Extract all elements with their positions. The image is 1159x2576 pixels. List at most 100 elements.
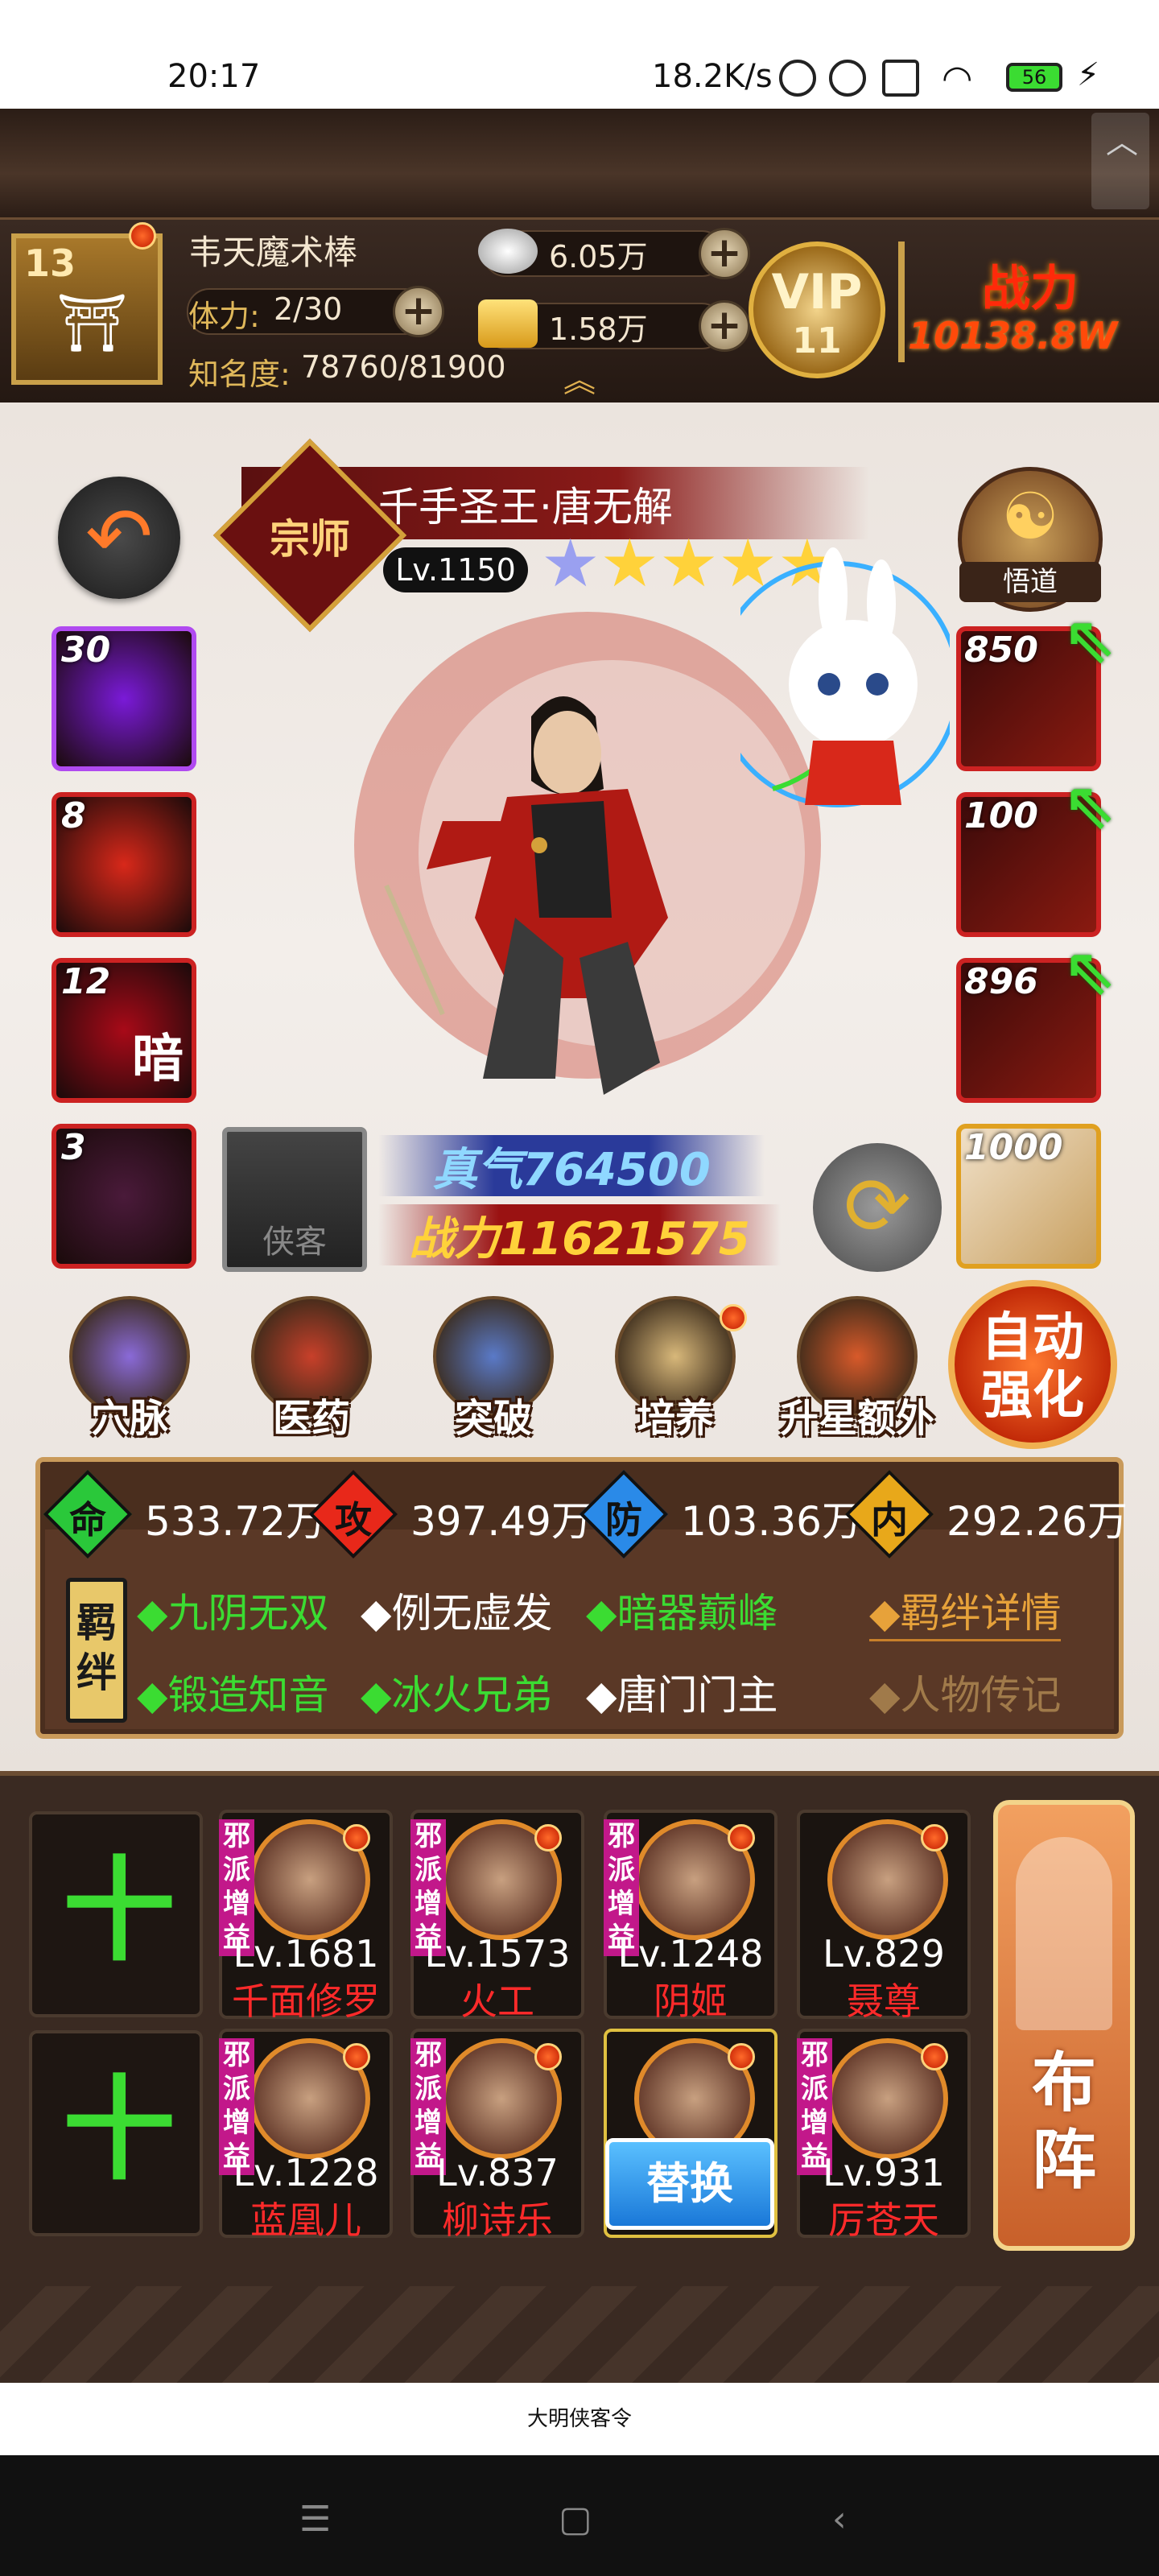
notification-dot xyxy=(728,1824,755,1852)
action-label: 穴脉 xyxy=(90,1396,168,1441)
vip-level: 11 xyxy=(792,320,842,361)
add-stamina-button[interactable]: + xyxy=(393,286,444,337)
equipment-slot[interactable]: 1000 xyxy=(956,1124,1101,1269)
gold-ingot-icon xyxy=(478,299,538,348)
chevron-up-icon: ︿ xyxy=(1106,124,1138,161)
bond-tag-text: 羁绊 xyxy=(76,1600,117,1696)
member-level: Lv.1681 xyxy=(233,1932,379,1975)
skill-level: 8 xyxy=(61,795,86,836)
pagoda-icon: ⛩ xyxy=(56,290,128,356)
sim-icon xyxy=(882,60,919,97)
status-bar: 20:17 18.2K/s ◠ 56 ⚡ xyxy=(0,0,1159,109)
member-level: Lv.837 xyxy=(436,2151,559,2194)
plus-icon: 十 xyxy=(62,2065,175,2196)
member-name: 火工 xyxy=(460,1979,534,2023)
refresh-button[interactable]: ⟳ xyxy=(813,1143,942,1272)
team-member-card[interactable]: Lv.829 聂尊 xyxy=(797,1810,971,2023)
action-3-button[interactable]: 突破 xyxy=(425,1296,562,1441)
divider xyxy=(898,242,905,362)
plus-icon: 十 xyxy=(62,1846,175,1977)
stat-type-label: 内 xyxy=(871,1498,908,1542)
add-member-slot-2[interactable]: 十 xyxy=(29,2030,203,2236)
xiake-label: 侠客 xyxy=(262,1224,327,1261)
stat-type-label: 命 xyxy=(69,1498,106,1542)
team-member-card[interactable]: 邪派增益 Lv.1573 火工 xyxy=(410,1810,584,2023)
formation-text: 布阵 xyxy=(1032,2046,1096,2198)
skill-slot[interactable]: 12 暗 xyxy=(52,958,196,1103)
back-button[interactable]: ↶ xyxy=(58,477,180,599)
bond-item[interactable]: ◆九阴无双 xyxy=(137,1581,328,1639)
team-member-card[interactable]: 邪派增益 Lv.1228 蓝凰儿 xyxy=(219,2029,393,2242)
stat-type-label: 攻 xyxy=(335,1498,372,1542)
upgrade-arrow-icon[interactable]: ⇖ xyxy=(1062,768,1116,843)
wifi-icon: ◠ xyxy=(942,58,973,99)
vip-badge[interactable]: VIP 11 xyxy=(749,242,885,378)
action-4-button[interactable]: 培养 xyxy=(607,1296,747,1441)
action-label: 突破 xyxy=(454,1396,532,1441)
skill-slot[interactable]: 8 xyxy=(52,792,196,937)
qi-value: 764500 xyxy=(522,1144,711,1196)
bond-item[interactable]: ◆锻造知音 xyxy=(137,1663,328,1721)
skill-slot[interactable]: 3 xyxy=(52,1124,196,1269)
fame-value: 78760/81900 xyxy=(301,349,506,385)
member-name: 阴姬 xyxy=(654,1979,728,2023)
member-level: Lv.1573 xyxy=(424,1932,571,1975)
auto-strengthen-button[interactable]: 自动强化 xyxy=(948,1280,1117,1449)
add-member-slot-1[interactable]: 十 xyxy=(29,1811,203,2017)
team-member-card[interactable]: 邪派增益 Lv.1248 阴姬 xyxy=(604,1810,777,2023)
bond-item[interactable]: ◆冰火兄弟 xyxy=(361,1663,552,1721)
power-label: 战力 xyxy=(982,261,1079,317)
team-member-card[interactable]: 邪派增益 Lv.1681 千面修罗 xyxy=(219,1810,393,2023)
team-member-card[interactable]: 邪派增益 Lv.837 柳诗乐 xyxy=(410,2029,584,2242)
equipment-level: 1000 xyxy=(964,1127,1063,1168)
notification-dot xyxy=(343,2043,370,2070)
bond-detail-link[interactable]: ◆羁绊详情 xyxy=(869,1581,1062,1641)
skill-slot[interactable]: 30 xyxy=(52,626,196,771)
vip-label: VIP xyxy=(771,264,863,320)
biography-link[interactable]: ◆人物传记 xyxy=(869,1663,1061,1721)
swap-button[interactable]: 替换 xyxy=(605,2138,774,2230)
status-speed: 18.2K/s xyxy=(652,58,773,95)
status-time: 20:17 xyxy=(167,58,261,95)
home-icon[interactable]: ▢ xyxy=(559,2499,592,2540)
action-2-button[interactable]: 医药 xyxy=(243,1296,380,1441)
stamina-label: 体力: xyxy=(188,299,260,334)
hero-title: 千手圣王·唐无解 xyxy=(378,484,673,530)
fame-label: 知名度: xyxy=(188,357,291,392)
notification-dot xyxy=(129,222,156,250)
notification-dot xyxy=(720,1304,747,1331)
notification-dot xyxy=(534,1824,562,1852)
bond-item[interactable]: ◆暗器巅峰 xyxy=(586,1581,777,1639)
stat-value: 103.36万 xyxy=(681,1498,862,1545)
upgrade-arrow-icon[interactable]: ⇖ xyxy=(1062,602,1116,677)
scroll-toggle[interactable]: ︿ xyxy=(1091,113,1149,209)
bond-item[interactable]: ◆唐门门主 xyxy=(586,1663,777,1721)
member-level: Lv.829 xyxy=(823,1932,945,1975)
add-gold-button[interactable]: + xyxy=(699,300,750,352)
formation-label: 布阵 xyxy=(993,2045,1135,2199)
meditation-icon: ☯ xyxy=(1001,479,1059,554)
upgrade-arrow-icon[interactable]: ⇖ xyxy=(1062,934,1116,1009)
stat-value: 533.72万 xyxy=(145,1498,326,1545)
add-silver-button[interactable]: + xyxy=(699,228,750,279)
bond-tag: 羁绊 xyxy=(66,1578,127,1723)
expand-chevron-icon[interactable]: ︽ xyxy=(563,354,596,401)
alarm-icon xyxy=(829,60,866,97)
action-label: 升星额外 xyxy=(779,1396,934,1441)
battery-icon: 56 xyxy=(1006,63,1062,92)
menu-icon[interactable]: ☰ xyxy=(299,2499,331,2540)
notification-dot xyxy=(728,2043,755,2070)
action-1-button[interactable]: 穴脉 xyxy=(61,1296,198,1441)
top-decor-bar xyxy=(0,109,1159,217)
team-member-card[interactable]: 邪派增益 Lv.931 厉苍天 xyxy=(797,2029,971,2242)
action-5-button[interactable]: 升星额外 xyxy=(780,1296,934,1441)
hero-power-label: 战力 xyxy=(409,1213,500,1265)
equipment-level: 100 xyxy=(964,795,1038,836)
team-member-card[interactable]: 替换 xyxy=(604,2029,777,2238)
bond-item[interactable]: ◆例无虚发 xyxy=(361,1581,552,1639)
elder-portrait xyxy=(1016,1837,1112,2030)
player-name: 韦天魔术棒 xyxy=(188,233,358,272)
member-name: 千面修罗 xyxy=(232,1979,380,2023)
back-nav-icon[interactable]: ‹ xyxy=(832,2499,847,2540)
wudao-label: 悟道 xyxy=(959,562,1101,602)
